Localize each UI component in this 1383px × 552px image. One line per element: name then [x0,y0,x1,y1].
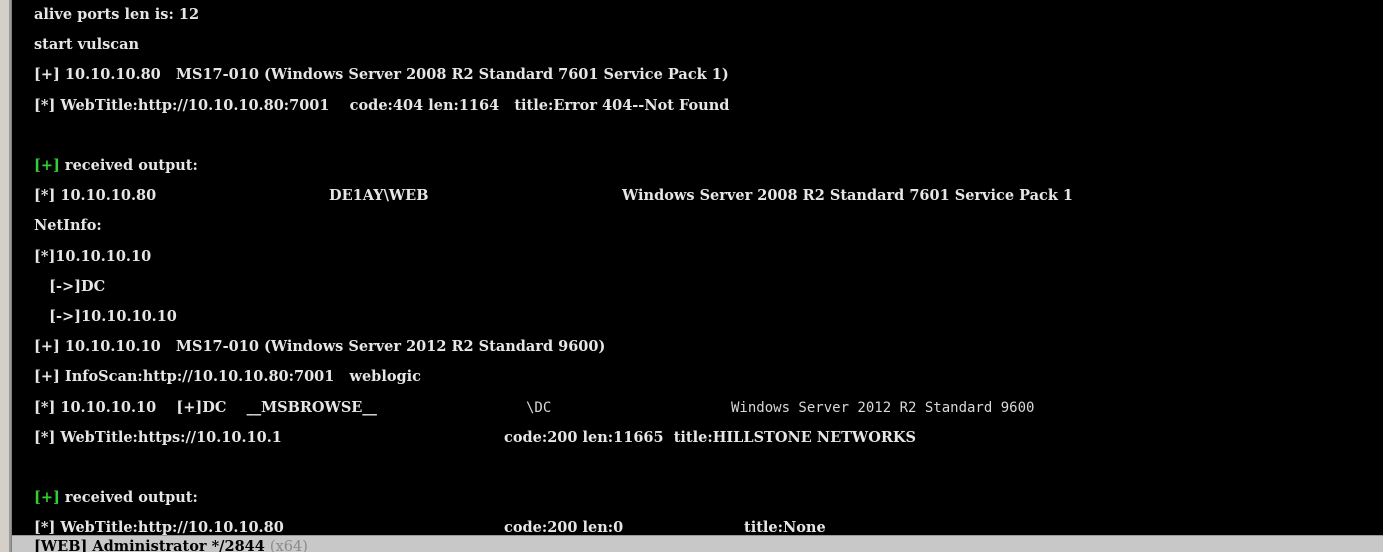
console-output[interactable]: alive ports len is: 12 start vulscan [+] 1… [12,0,1383,535]
console-text: [+] [34,489,60,507]
console-text: [->]DC [34,277,106,295]
console-text: [+] InfoScan:http://10.10.10.80:7001 web… [34,368,421,386]
console-text: [*] WebTitle:http://10.10.10.80 [34,519,284,535]
beacon-console-window: alive ports len is: 12 start vulscan [+] 1… [0,0,1383,552]
window-left-border [0,0,12,552]
console-text: received output: [59,157,198,174]
console-text: code:200 len:0 [504,519,624,535]
console-line: [*] WebTitle:http://10.10.10.80:7001 cod… [34,91,729,121]
status-text: [WEB] Administrator */2844 (x64) [34,536,308,552]
arch-label: (x64) [269,539,308,552]
session-label: [WEB] Administrator */2844 [34,538,265,552]
console-text: [+] [34,157,60,174]
console-text: NetInfo: [34,217,102,235]
console-text: received output: [59,489,198,507]
console-line: [+] received output: [34,483,198,513]
console-text: [*] WebTitle:https://10.10.10.1 [34,428,282,446]
console-line: [*]10.10.10.10 [34,242,151,272]
console-line: [+] received output: [34,151,198,181]
console-text: Windows Server 2008 R2 Standard 7601 Ser… [622,187,1074,205]
console-line: [+] 10.10.10.80 MS17-010 (Windows Server… [34,60,729,90]
console-text: [*] 10.10.10.10 [+]DC __MSBROWSE__ [34,398,377,416]
console-text: [+] 10.10.10.80 MS17-010 (Windows Server… [34,66,729,84]
console-text: [+] 10.10.10.10 MS17-010 (Windows Server… [34,338,606,356]
console-line: [->]10.10.10.10 [34,302,177,332]
console-text: [->]10.10.10.10 [34,308,177,325]
console-text: [*]10.10.10.10 [34,247,152,265]
console-text: \DC [526,399,552,416]
console-line: alive ports len is: 12 [34,0,199,30]
console-line: [+] InfoScan:http://10.10.10.80:7001 web… [34,362,421,392]
console-text: Windows Server 2012 R2 Standard 9600 [731,399,1035,416]
console-line: NetInfo: [34,211,102,241]
console-text: alive ports len is: 12 [34,6,200,23]
console-text: title:None [744,519,826,535]
console-text: DE1AY\WEB [329,187,429,205]
console-text: code:200 len:11665 title:HILLSTONE NETWO… [504,428,916,446]
console-text: [*] WebTitle:http://10.10.10.80:7001 cod… [34,96,730,114]
status-bar: [WEB] Administrator */2844 (x64) [12,535,1383,552]
console-line: start vulscan [34,30,139,60]
console-text: start vulscan [34,36,140,54]
console-line: [+] 10.10.10.10 MS17-010 (Windows Server… [34,332,605,362]
console-line: [->]DC [34,272,105,302]
console-text: [*] 10.10.10.80 [34,187,157,205]
